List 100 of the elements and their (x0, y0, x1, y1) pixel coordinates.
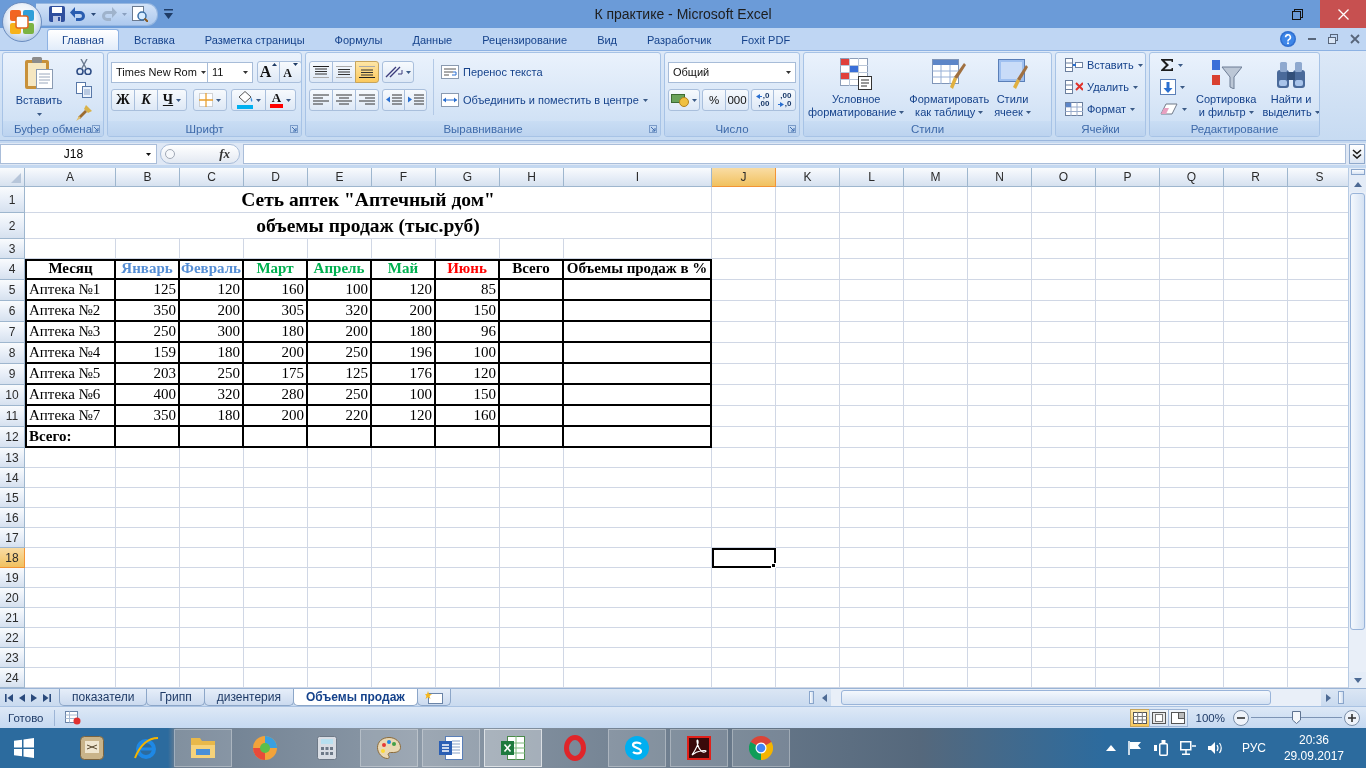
ribbon-tab[interactable]: Вставка (118, 29, 190, 50)
row-heading[interactable]: 16 (0, 508, 25, 528)
column-heading[interactable]: B (116, 168, 180, 187)
font-color-button[interactable]: A (265, 89, 296, 111)
column-heading[interactable]: S (1288, 168, 1348, 187)
align-button[interactable] (309, 61, 333, 83)
row-heading[interactable]: 23 (0, 648, 25, 668)
row-heading[interactable]: 20 (0, 588, 25, 608)
row-heading[interactable]: 22 (0, 628, 25, 648)
ribbon-tab[interactable]: Разметка страницы (189, 29, 320, 50)
row-heading[interactable]: 18 (0, 548, 25, 568)
row-heading[interactable]: 3 (0, 239, 25, 259)
taskbar-button[interactable] (422, 729, 480, 767)
record-macro-icon[interactable] (64, 710, 81, 725)
customize-icon[interactable] (164, 9, 173, 19)
row-heading[interactable]: 13 (0, 448, 25, 468)
scrollbar-thumb[interactable] (841, 690, 1271, 705)
format-cells-button[interactable]: Формат (1063, 98, 1145, 120)
column-heading[interactable]: J (712, 168, 776, 187)
sort-filter-button[interactable]: Сортировка и фильтр (1194, 53, 1259, 121)
column-heading[interactable]: N (968, 168, 1032, 187)
clock-date[interactable]: 29.09.2017 (1283, 748, 1344, 764)
row-heading[interactable]: 8 (0, 343, 25, 364)
column-heading[interactable]: K (776, 168, 840, 187)
help-icon[interactable] (1280, 31, 1296, 47)
row-heading[interactable]: 2 (0, 213, 25, 239)
row-heading[interactable]: 6 (0, 301, 25, 322)
increase-indent-button[interactable] (404, 89, 427, 111)
flag-icon[interactable] (1127, 741, 1142, 755)
scissors-icon[interactable] (76, 59, 92, 75)
language-indicator[interactable]: РУС (1241, 741, 1266, 755)
split-box[interactable] (1350, 169, 1365, 175)
italic-button[interactable]: К (134, 89, 158, 111)
column-heading[interactable]: L (840, 168, 904, 187)
last-sheet-icon[interactable] (43, 693, 51, 702)
sheet-tab[interactable]: дизентерия (203, 689, 294, 706)
row-heading[interactable]: 21 (0, 608, 25, 628)
sheet-tab[interactable]: Грипп (146, 689, 205, 706)
row-heading[interactable]: 10 (0, 385, 25, 406)
ribbon-tab[interactable]: Данные (397, 29, 468, 50)
zoom-level[interactable]: 100% (1195, 711, 1225, 724)
battery-icon[interactable] (1153, 740, 1168, 756)
number-format-field[interactable]: Общий (668, 61, 796, 83)
column-heading[interactable]: C (180, 168, 244, 187)
column-heading[interactable]: R (1224, 168, 1288, 187)
ribbon-tab[interactable]: Формулы (319, 29, 398, 50)
align-button[interactable] (332, 61, 356, 83)
sheet-tab[interactable]: Объемы продаж (293, 689, 418, 706)
grow-font-button[interactable]: A (257, 61, 280, 83)
view-button[interactable] (1167, 708, 1188, 727)
clock-time[interactable]: 20:36 (1298, 732, 1329, 748)
column-heading[interactable]: Q (1160, 168, 1224, 187)
insert-sheet-tab[interactable] (416, 689, 451, 706)
font-name-field[interactable]: Times New Rom (111, 61, 208, 83)
ribbon-tab[interactable]: Разработчик (632, 29, 727, 50)
fill-color-button[interactable] (231, 89, 266, 111)
percent-button[interactable]: % (702, 89, 726, 111)
dialog-launcher-icon[interactable] (649, 125, 657, 133)
row-heading[interactable]: 11 (0, 406, 25, 427)
merge-center-button[interactable]: Объединить и поместить в центре (439, 89, 650, 111)
row-heading[interactable]: 17 (0, 528, 25, 548)
close-icon[interactable] (1350, 34, 1360, 44)
row-heading[interactable]: 5 (0, 280, 25, 301)
copy-icon[interactable] (76, 82, 92, 98)
insert-function-button[interactable]: fx (160, 144, 240, 164)
shrink-font-button[interactable]: A (279, 61, 301, 83)
row-heading[interactable]: 19 (0, 568, 25, 588)
column-heading[interactable]: I (564, 168, 712, 187)
row-heading[interactable]: 9 (0, 364, 25, 385)
split-box[interactable] (1338, 691, 1344, 704)
taskbar-button[interactable] (670, 729, 728, 767)
restore-icon[interactable] (1328, 34, 1338, 44)
column-heading[interactable]: H (500, 168, 564, 187)
column-heading[interactable]: O (1032, 168, 1096, 187)
font-size-field[interactable]: 11 (207, 61, 253, 83)
underline-button[interactable]: Ч (157, 89, 187, 111)
column-heading[interactable]: M (904, 168, 968, 187)
format-as-table-button[interactable]: Форматировать как таблицу (907, 53, 992, 121)
print-preview-icon[interactable] (132, 6, 148, 22)
scrollbar-thumb[interactable] (1350, 193, 1365, 630)
row-heading[interactable]: 7 (0, 322, 25, 343)
taskbar-button[interactable] (484, 729, 542, 767)
first-sheet-icon[interactable] (5, 693, 13, 702)
undo-icon[interactable] (70, 7, 86, 21)
previous-sheet-icon[interactable] (19, 693, 25, 702)
column-heading[interactable]: F (372, 168, 436, 187)
split-box[interactable] (809, 691, 814, 704)
cell-styles-button[interactable]: Стили ячеек (992, 53, 1033, 121)
row-heading[interactable]: 4 (0, 259, 25, 280)
dialog-launcher-icon[interactable] (290, 125, 298, 133)
sheet-tab[interactable]: показатели (59, 689, 148, 706)
paste-button[interactable]: Вставить (8, 53, 70, 121)
fill-handle[interactable] (771, 563, 776, 568)
ribbon-tab[interactable]: Главная (47, 29, 119, 50)
column-heading[interactable]: E (308, 168, 372, 187)
ribbon-tab[interactable]: Вид (582, 29, 633, 50)
ribbon-tab[interactable]: Foxit PDF (726, 29, 806, 50)
zoom-in-icon[interactable] (1344, 709, 1360, 726)
save-icon[interactable] (49, 6, 65, 22)
align-button[interactable] (355, 61, 379, 83)
